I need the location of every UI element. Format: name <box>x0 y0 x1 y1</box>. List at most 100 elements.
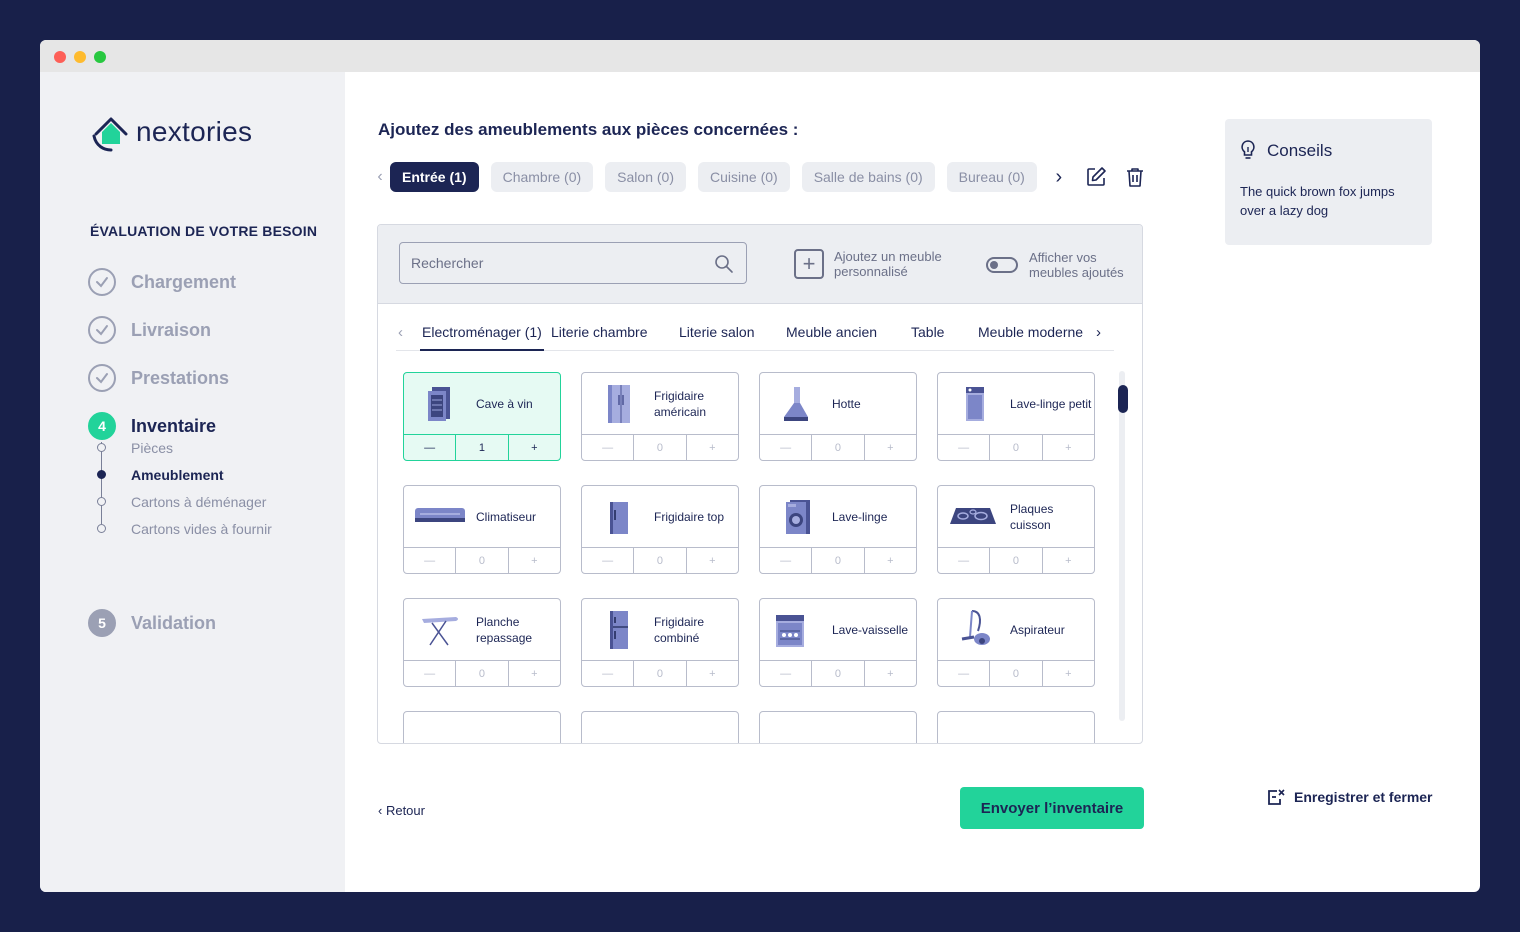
increase-button[interactable]: + <box>1041 548 1094 573</box>
item-card-lave-vaisselle[interactable]: Lave-vaisselle — 0 + <box>759 598 917 687</box>
item-card-plaques-cuisson[interactable]: Plaques cuisson — 0 + <box>937 485 1095 574</box>
decrease-button[interactable]: — <box>760 661 811 686</box>
step-number: 5 <box>88 609 116 637</box>
step-validation[interactable]: 5 Validation <box>88 608 216 638</box>
decrease-button[interactable]: — <box>760 435 811 460</box>
increase-button[interactable]: + <box>863 435 916 460</box>
window-titlebar <box>40 40 1480 72</box>
quantity-value: 0 <box>455 548 507 573</box>
ironing-board-icon <box>422 617 458 646</box>
chevron-left-icon[interactable]: ‹ <box>398 324 403 341</box>
tab-meuble-moderne[interactable]: Meuble moderne <box>978 324 1083 351</box>
maximize-window-button[interactable] <box>94 51 106 63</box>
substep-cartons-vides[interactable]: Cartons vides à fournir <box>97 515 272 542</box>
item-card-planche-repassage[interactable]: Planche repassage — 0 + <box>403 598 561 687</box>
decrease-button[interactable]: — <box>938 435 989 460</box>
save-and-close-button[interactable]: Enregistrer et fermer <box>1267 788 1433 806</box>
tips-title: Conseils <box>1267 141 1333 160</box>
decrease-button[interactable]: — <box>938 661 989 686</box>
logo[interactable]: nextories <box>90 112 252 152</box>
decrease-button[interactable]: — <box>404 661 455 686</box>
check-icon <box>88 316 116 344</box>
increase-button[interactable]: + <box>507 435 560 460</box>
quantity-stepper: — 0 + <box>938 547 1094 573</box>
edit-icon[interactable] <box>1085 166 1107 188</box>
increase-button[interactable]: + <box>1041 435 1094 460</box>
item-card[interactable] <box>759 711 917 743</box>
item-card-aspirateur[interactable]: Aspirateur — 0 + <box>937 598 1095 687</box>
tab-meuble-ancien[interactable]: Meuble ancien <box>786 324 877 351</box>
show-added-toggle[interactable] <box>986 257 1018 273</box>
back-link[interactable]: ‹ Retour <box>378 803 425 818</box>
item-card-frigidaire-americain[interactable]: Frigidaire américain — 0 + <box>581 372 739 461</box>
substep-pieces[interactable]: Pièces <box>97 434 272 461</box>
quantity-stepper: — 0 + <box>760 434 916 460</box>
toggle-label: Afficher vos meubles ajoutés <box>1029 250 1124 280</box>
house-logo-icon <box>92 117 128 152</box>
item-card-frigidaire-combine[interactable]: Frigidaire combiné — 0 + <box>581 598 739 687</box>
substep-dot <box>97 497 106 506</box>
chevron-left-icon[interactable]: ‹ <box>370 168 390 186</box>
tab-entree[interactable]: Entrée (1) <box>390 162 479 192</box>
chevron-right-icon[interactable]: › <box>1096 324 1101 341</box>
tab-cuisine[interactable]: Cuisine (0) <box>697 162 790 192</box>
tab-salle-de-bains[interactable]: Salle de bains (0) <box>801 162 935 192</box>
quantity-stepper: — 0 + <box>760 660 916 686</box>
quantity-value: 0 <box>455 661 507 686</box>
decrease-button[interactable]: — <box>404 435 455 460</box>
substep-ameublement[interactable]: Ameublement <box>97 461 272 488</box>
step-livraison[interactable]: Livraison <box>88 315 211 345</box>
increase-button[interactable]: + <box>507 661 560 686</box>
item-card-hotte[interactable]: Hotte — 0 + <box>759 372 917 461</box>
decrease-button[interactable]: — <box>938 548 989 573</box>
increase-button[interactable]: + <box>863 661 916 686</box>
item-card[interactable] <box>581 711 739 743</box>
increase-button[interactable]: + <box>685 661 738 686</box>
scrollbar-track[interactable] <box>1119 371 1125 721</box>
decrease-button[interactable]: — <box>760 548 811 573</box>
increase-button[interactable]: + <box>1041 661 1094 686</box>
search-input[interactable] <box>411 255 701 271</box>
substep-cartons-demenager[interactable]: Cartons à déménager <box>97 488 272 515</box>
dishwasher-icon <box>776 615 804 647</box>
tab-salon[interactable]: Salon (0) <box>605 162 686 192</box>
item-card-lave-linge[interactable]: Lave-linge — 0 + <box>759 485 917 574</box>
save-close-label: Enregistrer et fermer <box>1294 789 1433 805</box>
decrease-button[interactable]: — <box>582 435 633 460</box>
sidebar: nextories ÉVALUATION DE VOTRE BESOIN Cha… <box>40 72 345 892</box>
item-card-cave-a-vin[interactable]: Cave à vin — 1 + <box>403 372 561 461</box>
tab-table[interactable]: Table <box>911 324 944 351</box>
tab-literie-salon[interactable]: Literie salon <box>679 324 755 351</box>
increase-button[interactable]: + <box>685 435 738 460</box>
step-prestations[interactable]: Prestations <box>88 363 229 393</box>
chevron-right-icon[interactable]: › <box>1049 166 1069 189</box>
step-chargement[interactable]: Chargement <box>88 267 236 297</box>
item-card-lave-linge-petit[interactable]: Lave-linge petit — 0 + <box>937 372 1095 461</box>
add-custom-furniture-button[interactable]: + Ajoutez un meuble personnalisé <box>794 249 954 279</box>
increase-button[interactable]: + <box>685 548 738 573</box>
tab-literie-chambre[interactable]: Literie chambre <box>551 324 648 351</box>
item-card[interactable] <box>403 711 561 743</box>
decrease-button[interactable]: — <box>582 661 633 686</box>
item-card-climatiseur[interactable]: Climatiseur — 0 + <box>403 485 561 574</box>
search-icon[interactable] <box>714 254 734 274</box>
increase-button[interactable]: + <box>507 548 560 573</box>
scrollbar-thumb[interactable] <box>1118 385 1128 413</box>
section-title: ÉVALUATION DE VOTRE BESOIN <box>90 223 318 239</box>
tab-electromenager[interactable]: Electroménager (1) <box>420 324 544 351</box>
increase-button[interactable]: + <box>863 548 916 573</box>
minimize-window-button[interactable] <box>74 51 86 63</box>
quantity-value: 0 <box>633 661 685 686</box>
send-inventory-button[interactable]: Envoyer l’inventaire <box>960 787 1144 829</box>
trash-icon[interactable] <box>1124 166 1146 188</box>
tab-bureau[interactable]: Bureau (0) <box>946 162 1037 192</box>
decrease-button[interactable]: — <box>404 548 455 573</box>
decrease-button[interactable]: — <box>582 548 633 573</box>
item-name: Climatiseur <box>476 510 537 524</box>
item-card[interactable] <box>937 711 1095 743</box>
tab-chambre[interactable]: Chambre (0) <box>490 162 594 192</box>
close-window-button[interactable] <box>54 51 66 63</box>
panel-toolbar: + Ajoutez un meuble personnalisé Affiche… <box>378 225 1142 304</box>
tips-panel: Conseils The quick brown fox jumps over … <box>1225 119 1432 245</box>
item-card-frigidaire-top[interactable]: Frigidaire top — 0 + <box>581 485 739 574</box>
